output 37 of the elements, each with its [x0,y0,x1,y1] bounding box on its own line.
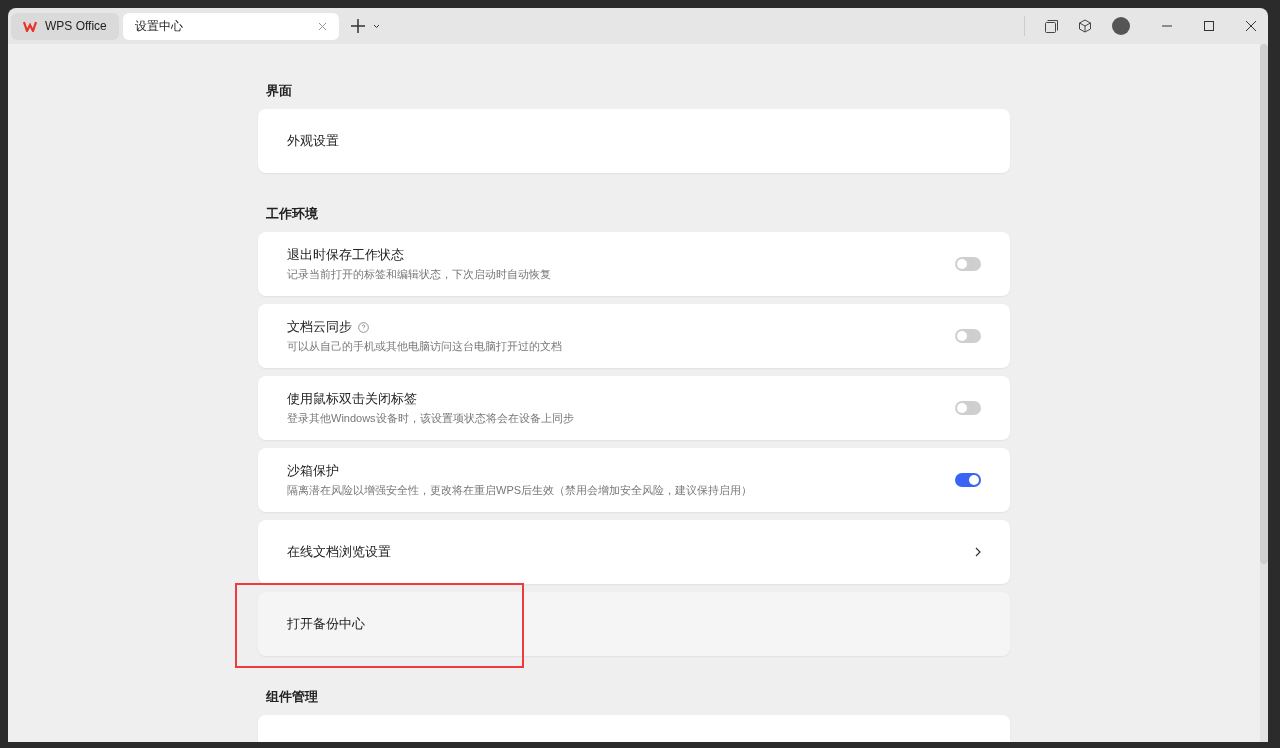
tab[interactable]: WPS Office [11,12,119,40]
toggle-switch[interactable] [955,257,981,271]
toggle-switch[interactable] [955,401,981,415]
row-description: 隔离潜在风险以增强安全性，更改将在重启WPS后生效（禁用会增加安全风险，建议保持启用） [287,483,754,498]
window-stack-icon[interactable] [1045,19,1058,33]
row-title: 在线文档浏览设置 [287,543,391,561]
settings-row[interactable]: 使用鼠标双击关闭标签 登录其他Windows设备时，该设置项状态将会在设备上同步 [258,376,1010,440]
row-description: 记录当前打开的标签和编辑状态，下次启动时自动恢复 [287,267,552,282]
section-heading: 组件管理 [266,688,319,706]
avatar[interactable] [1112,17,1130,35]
settings-row[interactable]: 退出时保存工作状态 记录当前打开的标签和编辑状态，下次启动时自动恢复 [258,232,1010,296]
row-description: 可以从自己的手机或其他电脑访问这台电脑打开过的文档 [287,339,563,354]
toggle-switch[interactable] [955,329,981,343]
caret-down-icon[interactable] [372,23,380,29]
row-title: 沙箱保护 [287,462,339,480]
row-title: 外观设置 [287,132,339,150]
maximize-icon[interactable] [1204,21,1214,31]
settings-row[interactable]: 文档云同步 可以从自己的手机或其他电脑访问这台电脑打开过的文档 [258,304,1010,368]
plus-icon[interactable] [350,19,365,33]
scrollbar[interactable] [1260,44,1268,742]
section-heading: 界面 [266,82,293,100]
row-description: 登录其他Windows设备时，该设置项状态将会在设备上同步 [287,411,575,426]
settings-row[interactable]: 沙箱保护 隔离潜在风险以增强安全性，更改将在重启WPS后生效（禁用会增加安全风险，建议保持启用） [258,448,1010,512]
row-title: 退出时保存工作状态 [287,246,404,264]
toggle-switch[interactable] [955,473,981,487]
settings-row[interactable]: 打开备份中心 [258,592,1010,656]
row-title: 使用鼠标双击关闭标签 [287,390,417,408]
chevron-right-icon [975,547,981,557]
cube-icon[interactable] [1078,19,1092,33]
section-heading: 工作环境 [266,205,319,223]
settings-row[interactable]: 在线文档浏览设置 [258,520,1010,584]
tab[interactable]: 设置中心 [122,12,339,40]
wps-logo-icon [23,20,37,32]
row-title: 文档云同步 [287,318,352,336]
close-icon[interactable] [1246,21,1256,31]
settings-row[interactable]: 外观设置 [258,109,1010,173]
row-title: 打开备份中心 [287,615,365,633]
